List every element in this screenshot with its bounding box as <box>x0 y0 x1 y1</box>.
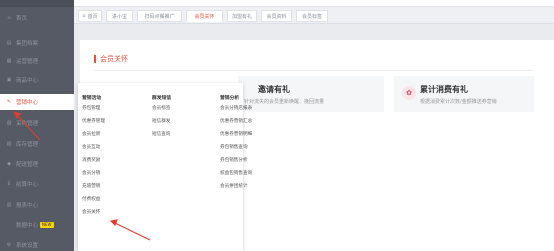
sidebar-item-group[interactable]: ▤ 集团档案 <box>0 35 74 51</box>
card-title: 邀请有礼 <box>258 85 290 94</box>
menu-item[interactable]: 会员分销店报表 <box>220 105 252 111</box>
tab-5[interactable]: 会员资料 <box>261 10 292 22</box>
sidebar-item-operations[interactable]: ▦ 运营管理 <box>0 53 74 69</box>
marketing-dropdown-menu: 营销活动券包管理优惠券管理会员拉新会员互动消费奖励会员分销充值营销付费权益会员关… <box>78 83 252 251</box>
menu-item[interactable]: 优惠券营销汇总 <box>220 118 252 124</box>
sidebar-item-label: 商品中心 <box>16 78 39 84</box>
tab-label: 进小宝 <box>111 13 127 20</box>
sidebar-item-inventory[interactable]: ▧ 库存管理 <box>0 136 74 152</box>
tab-3[interactable]: 会员关怀 <box>186 10 223 22</box>
menu-item[interactable]: 短信群发 <box>152 118 170 124</box>
page-title: 会员关怀 <box>94 55 128 63</box>
sidebar-item-report[interactable]: ▥ 报表中心 <box>0 197 74 213</box>
sidebar-item-label: 首页 <box>16 16 28 22</box>
menu-item[interactable]: 会员标签 <box>152 105 170 111</box>
sidebar-item-label: 营销中心 <box>16 100 39 106</box>
tab-label: 会员资料 <box>266 13 287 20</box>
sidebar-logo-bar <box>0 0 74 7</box>
card-title: 累计消费有礼 <box>420 85 468 94</box>
tab-1[interactable]: 进小宝 <box>106 10 133 22</box>
home-icon: ⌂ <box>82 13 86 19</box>
purchase-icon: ▨ <box>6 120 12 126</box>
card-description: 针对流失的会员重新唤醒、挽回流量 <box>244 99 325 105</box>
tab-6[interactable]: 会员标签 <box>296 10 328 22</box>
card-invite-gift[interactable]: 邀请有礼 针对流失的会员重新唤醒、挽回流量 <box>238 76 384 112</box>
sidebar-item-purchase[interactable]: ▨ 采购管理 <box>0 115 74 131</box>
tab-label: 首页 <box>87 13 98 20</box>
menu-item[interactable]: 充值营销 <box>82 183 100 189</box>
settlement-icon: $ <box>7 181 11 187</box>
tab-4[interactable]: 加盟有礼 <box>227 10 257 22</box>
menu-item[interactable]: 优惠券营销明细 <box>220 131 252 137</box>
sidebar-item-label: 配送管理 <box>16 162 39 168</box>
sidebar-item-label: 系统设置 <box>16 243 39 249</box>
tab-label: 会员标签 <box>301 13 322 20</box>
sidebar-item-home[interactable]: ⌂ 首页 <box>0 10 74 26</box>
sidebar-item-label: 数据中心 <box>16 223 39 229</box>
sidebar-item-label: 采购管理 <box>16 121 39 127</box>
card-description: 根据消费累计次数/金额推送券营销 <box>420 99 497 105</box>
sidebar-item-label: 结算中心 <box>16 182 39 188</box>
menu-item[interactable]: 会员关怀 <box>82 209 100 215</box>
sidebar-item-delivery[interactable]: ◆ 配送管理 <box>0 156 74 172</box>
card-cumulative-gift[interactable]: ✿ 累计消费有礼 根据消费累计次数/金额推送券营销 <box>394 76 534 112</box>
sidebar-item-label: 集团档案 <box>16 41 39 47</box>
data-icon <box>6 222 12 228</box>
menu-item[interactable]: 会员拼团统计 <box>220 183 248 189</box>
new-badge: NEW <box>40 222 54 228</box>
sidebar-item-label: 报表中心 <box>16 203 39 209</box>
sidebar-item-marketing[interactable]: ✎ 营销中心 <box>0 94 74 110</box>
title-divider <box>94 70 534 71</box>
gift-icon: ✿ <box>402 86 416 100</box>
menu-column-title: 营销分析 <box>220 96 240 101</box>
menu-item[interactable]: 券包管理 <box>82 105 100 111</box>
sidebar-item-label: 库存管理 <box>16 142 39 148</box>
top-bar <box>74 0 554 7</box>
menu-item[interactable]: 消费奖励 <box>82 157 100 163</box>
settings-icon: ⚙ <box>6 242 12 248</box>
sidebar-item-goods[interactable]: ▣ 商品中心 <box>0 72 74 88</box>
menu-column-title: 营销活动 <box>82 96 102 101</box>
delivery-icon: ◆ <box>7 161 11 167</box>
tab-2[interactable]: 扫码点餐推广 <box>137 10 182 22</box>
menu-item[interactable]: 会员互动 <box>82 144 100 150</box>
tab-bar: ⌂ 首页 进小宝 扫码点餐推广 会员关怀 加盟有礼 会员资料 会员标签 <box>74 7 554 24</box>
menu-item[interactable]: 付费权益 <box>82 196 100 202</box>
report-icon: ▥ <box>6 202 12 208</box>
goods-icon: ▣ <box>6 77 12 83</box>
menu-item[interactable]: 券包销售分析 <box>220 157 248 163</box>
tab-0[interactable]: ⌂ 首页 <box>78 10 102 22</box>
marketing-icon: ✎ <box>6 99 12 105</box>
operations-icon: ▦ <box>6 58 12 64</box>
home-icon: ⌂ <box>7 15 11 21</box>
menu-column-title: 群发短信 <box>152 96 172 101</box>
menu-item[interactable]: 优惠券管理 <box>82 118 105 124</box>
sidebar-item-data[interactable]: 数据中心 NEW <box>0 217 74 233</box>
tab-label: 会员关怀 <box>194 13 215 20</box>
menu-item[interactable]: 会员分销 <box>82 170 100 176</box>
group-icon: ▤ <box>6 40 12 46</box>
menu-item[interactable]: 券包销售查询 <box>220 144 248 150</box>
sidebar: ⌂ 首页 ▤ 集团档案 ▦ 运营管理 ▣ 商品中心 ✎ 营销中心 ▨ 采购管理 ▧ 库存管理 ◆ 配送管理 $ 结… <box>0 0 74 251</box>
tab-label: 加盟有礼 <box>231 13 252 20</box>
sidebar-item-settlement[interactable]: $ 结算中心 <box>0 176 74 192</box>
sidebar-item-label: 运营管理 <box>16 59 39 65</box>
inventory-icon: ▧ <box>6 141 12 147</box>
menu-item[interactable]: 会员拉新 <box>82 131 100 137</box>
menu-item[interactable]: 短信查询 <box>152 131 170 137</box>
menu-item[interactable]: 权益包销售查询 <box>220 170 252 176</box>
tab-label: 扫码点餐推广 <box>144 13 175 20</box>
sidebar-item-settings[interactable]: ⚙ 系统设置 <box>0 237 74 251</box>
